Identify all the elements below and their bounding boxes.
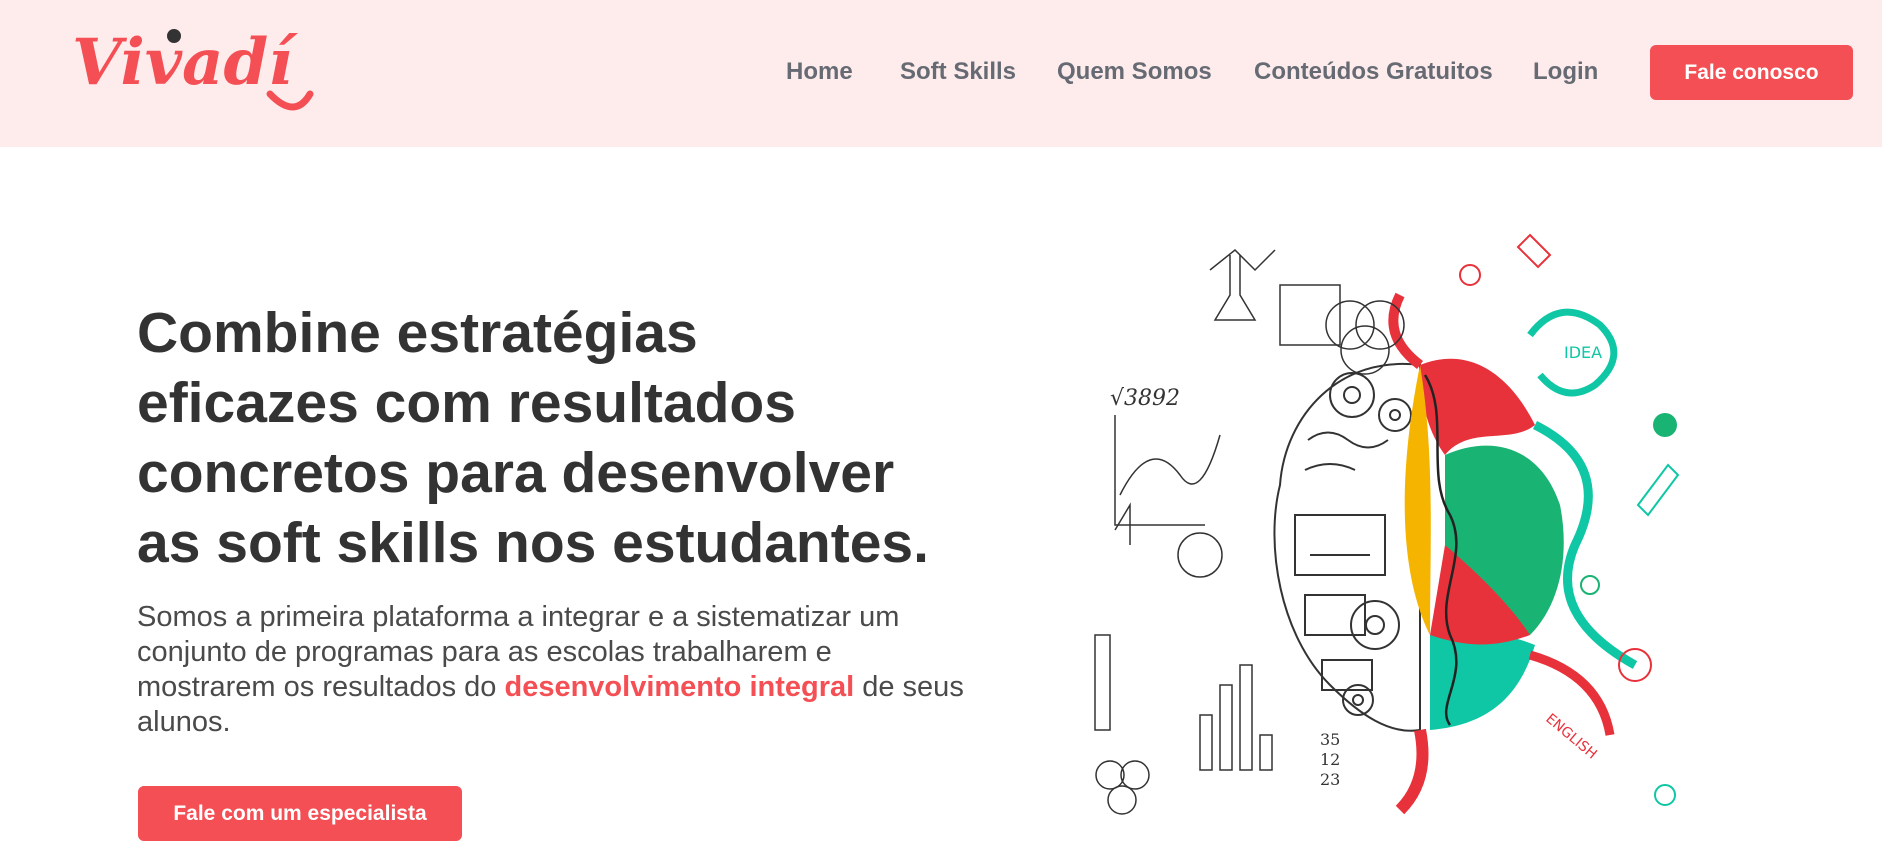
bar-graph-bar xyxy=(1239,664,1253,771)
hexagon-lattice xyxy=(1107,785,1137,815)
nav-soft-skills[interactable]: Soft Skills xyxy=(900,57,1016,87)
chemical-structure xyxy=(1209,248,1276,272)
pie-chart-icon xyxy=(1177,532,1223,578)
number-label: 12 xyxy=(1320,750,1340,769)
venn-circle xyxy=(1325,300,1375,350)
fale-conosco-button[interactable]: Fale conosco xyxy=(1650,45,1853,100)
people-icon xyxy=(1654,784,1676,806)
svg-text:Vivadí: Vivadí xyxy=(72,25,298,100)
green-splash xyxy=(1653,413,1677,437)
red-top-drip xyxy=(1388,292,1424,369)
red-drip xyxy=(1395,728,1429,815)
nav-quem-somos[interactable]: Quem Somos xyxy=(1057,57,1212,87)
bar-graph-bar xyxy=(1199,714,1213,771)
brain-illustration: √3892 IDEA ENGLISH 35 12 23 xyxy=(1094,233,1680,815)
venn-circle xyxy=(1340,325,1390,375)
bar-graph-bar xyxy=(1219,684,1233,771)
hero-description-highlight: desenvolvimento integral xyxy=(504,671,855,703)
hero-title: Combine estratégias eficazes com resulta… xyxy=(137,298,987,578)
hexagon-lattice xyxy=(1120,760,1150,790)
vivadi-logo[interactable]: Vivadí xyxy=(70,22,315,117)
number-label: 23 xyxy=(1320,770,1340,789)
nav-login[interactable]: Login xyxy=(1533,57,1598,87)
headphones-icon xyxy=(1459,264,1481,286)
smiley-icon xyxy=(1580,575,1600,595)
nav-conteudos-gratuitos[interactable]: Conteúdos Gratuitos xyxy=(1254,57,1493,87)
paintbrush-icon xyxy=(1516,233,1552,269)
fale-com-especialista-button[interactable]: Fale com um especialista xyxy=(138,786,462,841)
number-label: 35 xyxy=(1320,730,1340,749)
hero-description: Somos a primeira plataforma a integrar e… xyxy=(137,600,967,740)
hero-title-line: Combine estratégias xyxy=(137,301,698,365)
idea-label: IDEA xyxy=(1564,343,1602,362)
rocket-icon xyxy=(1636,463,1680,517)
test-tube-icon xyxy=(1094,634,1111,731)
left-brain-machinery xyxy=(1273,362,1421,732)
hero-title-line: eficazes com resultados xyxy=(137,371,796,435)
line-graph-curve xyxy=(1119,434,1221,496)
hero-title-line: concretos para desenvolver xyxy=(137,441,895,505)
bar-graph-bar xyxy=(1259,734,1273,771)
hero-title-line: as soft skills nos estudantes. xyxy=(137,511,929,575)
sqrt-label: √3892 xyxy=(1110,386,1180,411)
site-header: Vivadí Home Soft Skills Quem Somos Conte… xyxy=(0,0,1882,147)
nav-home[interactable]: Home xyxy=(786,57,853,87)
hexagon-lattice xyxy=(1095,760,1125,790)
graph-grid xyxy=(1279,284,1341,346)
red-stream xyxy=(1528,650,1615,736)
english-label: ENGLISH xyxy=(1542,711,1599,763)
